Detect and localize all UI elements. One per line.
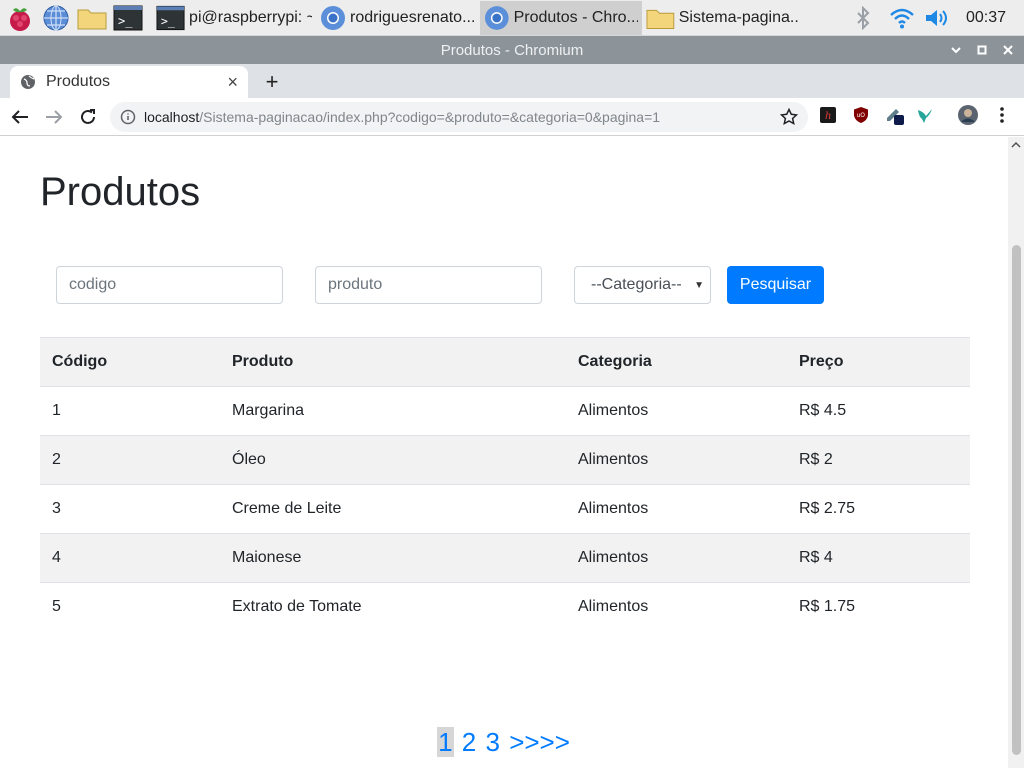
header-codigo: Código xyxy=(40,337,220,387)
task-label: Produtos - Chro... xyxy=(513,8,638,26)
svg-text:>_: >_ xyxy=(118,14,133,28)
tab-title: Produtos xyxy=(46,73,111,90)
header-categoria: Categoria xyxy=(566,337,787,387)
tab-produtos[interactable]: Produtos × xyxy=(10,66,248,98)
svg-text:>_: >_ xyxy=(161,13,175,27)
chrome-menu-icon[interactable] xyxy=(992,105,1012,125)
cell-produto: Extrato de Tomate xyxy=(220,582,566,632)
categoria-selected-value: --Categoria-- xyxy=(591,276,682,293)
volume-icon[interactable] xyxy=(924,3,952,33)
svg-text:h: h xyxy=(825,111,831,122)
address-bar[interactable]: localhost/Sistema-paginacao/index.php?co… xyxy=(110,102,808,132)
info-icon[interactable] xyxy=(120,109,136,125)
reload-icon[interactable] xyxy=(72,101,104,133)
task-label: Sistema-pagina... xyxy=(678,8,798,26)
vertical-scrollbar[interactable] xyxy=(1008,137,1024,768)
search-button[interactable]: Pesquisar xyxy=(727,266,824,304)
cell-categoria: Alimentos xyxy=(566,435,787,485)
cell-preco: R$ 4.5 xyxy=(787,386,970,436)
cell-produto: Óleo xyxy=(220,435,566,485)
page-link-3[interactable]: 3 xyxy=(484,727,500,757)
task-label: rodriguesrenato... xyxy=(350,8,476,26)
page-content: Produtos --Categoria-- ▼ Pesquisar Códig… xyxy=(0,137,1008,768)
task-file-manager[interactable]: Sistema-pagina... xyxy=(642,1,802,35)
next-pages-link[interactable]: >>>> xyxy=(508,727,571,757)
chromium-icon xyxy=(321,5,345,30)
codigo-input[interactable] xyxy=(56,266,283,304)
task-terminal[interactable]: >_ pi@raspberrypi: ~ xyxy=(152,1,316,35)
page-link-1[interactable]: 1 xyxy=(437,727,454,757)
cell-categoria: Alimentos xyxy=(566,582,787,632)
cell-categoria: Alimentos xyxy=(566,386,787,436)
header-produto: Produto xyxy=(220,337,566,387)
new-tab-button[interactable]: + xyxy=(258,68,286,96)
wifi-icon[interactable] xyxy=(888,3,916,33)
cell-categoria: Alimentos xyxy=(566,533,787,583)
close-window-icon[interactable] xyxy=(1000,42,1016,58)
cell-codigo: 2 xyxy=(40,435,220,485)
hummingbird-extension-icon[interactable] xyxy=(915,105,935,125)
scroll-up-icon[interactable] xyxy=(1011,141,1021,149)
color-picker-extension-icon[interactable] xyxy=(884,105,904,125)
profile-avatar[interactable] xyxy=(958,105,978,125)
folder-icon xyxy=(646,9,675,29)
ublock-icon[interactable]: uO xyxy=(851,105,871,125)
task-chromium-produtos[interactable]: Produtos - Chro... xyxy=(480,0,642,35)
table-row: 5 Extrato de Tomate Alimentos R$ 1.75 xyxy=(40,582,970,632)
extension-h-icon[interactable]: h xyxy=(818,105,838,125)
cell-preco: R$ 2 xyxy=(787,435,970,485)
bookmark-star-icon[interactable] xyxy=(780,108,798,126)
dropdown-caret-icon: ▼ xyxy=(694,280,704,291)
globe-icon xyxy=(21,75,35,89)
url-path: /Sistema-paginacao/index.php?codigo=&pro… xyxy=(199,109,661,125)
cell-codigo: 3 xyxy=(40,484,220,534)
cell-preco: R$ 1.75 xyxy=(787,582,970,632)
table-row: 4 Maionese Alimentos R$ 4 xyxy=(40,533,970,583)
cell-produto: Maionese xyxy=(220,533,566,583)
terminal-icon: >_ xyxy=(156,5,185,30)
cell-codigo: 5 xyxy=(40,582,220,632)
table-row: 2 Óleo Alimentos R$ 2 xyxy=(40,435,970,485)
browser-launcher-icon[interactable] xyxy=(40,2,72,34)
cell-produto: Creme de Leite xyxy=(220,484,566,534)
raspberry-menu-icon[interactable] xyxy=(4,2,36,34)
minimize-icon[interactable] xyxy=(948,42,964,58)
table-header-row: Código Produto Categoria Preço xyxy=(40,337,970,387)
table-row: 3 Creme de Leite Alimentos R$ 2.75 xyxy=(40,484,970,534)
page-title: Produtos xyxy=(40,170,201,214)
maximize-icon[interactable] xyxy=(974,42,990,58)
svg-text:uO: uO xyxy=(857,112,866,119)
tab-strip: Produtos × + xyxy=(0,64,1024,98)
products-table: Código Produto Categoria Preço 1 Margari… xyxy=(40,337,970,632)
header-preco: Preço xyxy=(787,337,970,387)
cell-preco: R$ 4 xyxy=(787,533,970,583)
window-titlebar[interactable]: Produtos - Chromium xyxy=(0,36,1024,64)
clock: 00:37 xyxy=(965,9,1006,26)
tab-close-icon[interactable]: × xyxy=(227,72,238,93)
cell-codigo: 4 xyxy=(40,533,220,583)
taskbar: >_ >_ pi@raspberrypi: ~ rodriguesrenato.… xyxy=(0,0,1024,36)
cell-produto: Margarina xyxy=(220,386,566,436)
window-title: Produtos - Chromium xyxy=(440,41,584,59)
page-link-2[interactable]: 2 xyxy=(461,727,477,757)
produto-input[interactable] xyxy=(315,266,542,304)
url-host: localhost xyxy=(144,109,200,125)
pagination: 1 2 3 >>>> xyxy=(0,727,1008,758)
cell-codigo: 1 xyxy=(40,386,220,436)
forward-icon[interactable] xyxy=(38,101,70,133)
categoria-select[interactable]: --Categoria-- ▼ xyxy=(574,266,711,304)
chromium-icon xyxy=(484,5,509,30)
system-tray: 00:37 xyxy=(850,0,1024,36)
task-label: pi@raspberrypi: ~ xyxy=(189,8,312,26)
task-chromium-github[interactable]: rodriguesrenato... xyxy=(316,1,480,35)
cell-preco: R$ 2.75 xyxy=(787,484,970,534)
back-icon[interactable] xyxy=(4,101,36,133)
bluetooth-icon[interactable] xyxy=(850,3,876,33)
table-row: 1 Margarina Alimentos R$ 4.5 xyxy=(40,386,970,436)
terminal-launcher-icon[interactable]: >_ xyxy=(112,2,144,34)
cell-categoria: Alimentos xyxy=(566,484,787,534)
file-manager-icon[interactable] xyxy=(76,2,108,34)
scrollbar-thumb[interactable] xyxy=(1012,245,1021,755)
